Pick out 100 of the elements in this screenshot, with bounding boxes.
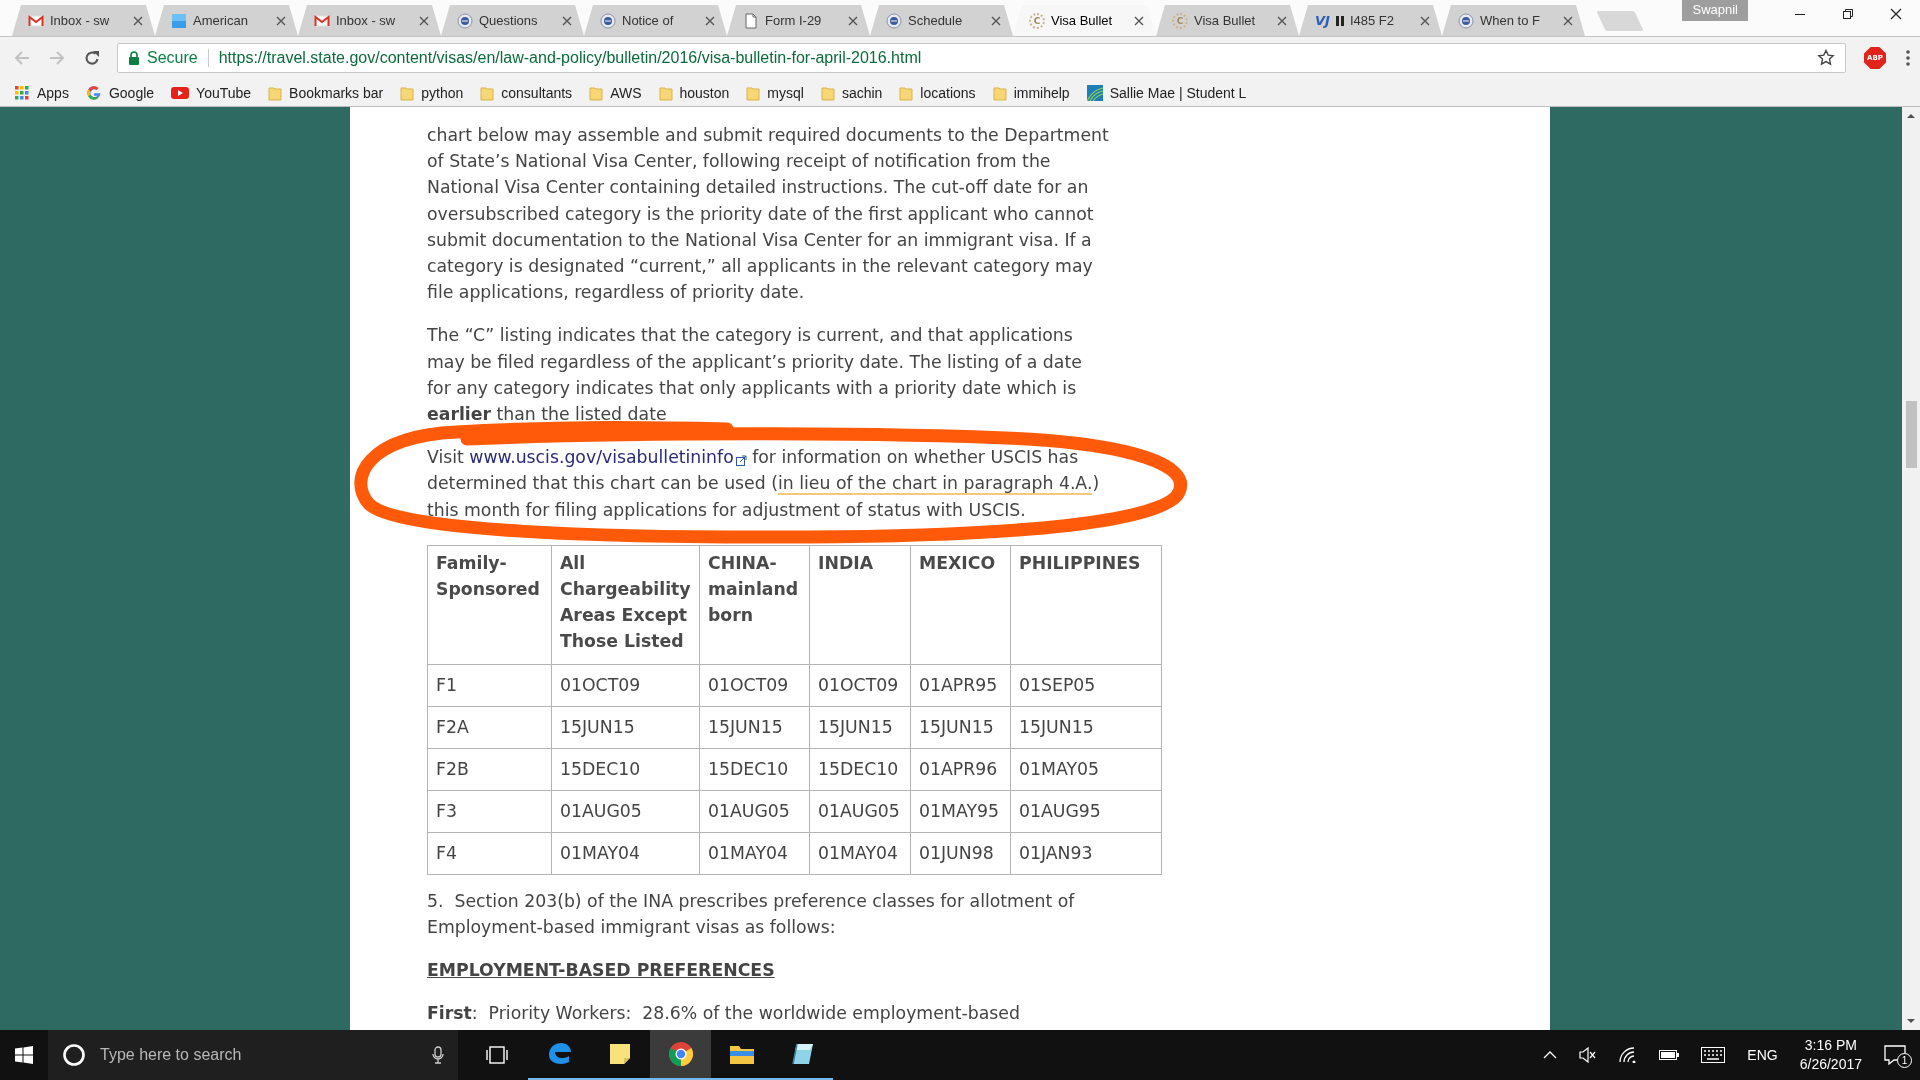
- browser-tab[interactable]: C Visa Bullet: [1156, 5, 1299, 36]
- notice-paragraph: Visit www.uscis.gov/visabulletininfo for information on whether USCIS has determined that this chart can be used (in lieu of the chart in paragraph 4.A.) this month for filing applications for adjustment of status with USCIS.: [427, 446, 1101, 522]
- bookmark-link[interactable]: Google: [85, 84, 155, 101]
- table-cell: 01AUG95: [1010, 790, 1162, 833]
- task-view-icon[interactable]: [486, 1046, 508, 1064]
- bookmark-link[interactable]: AWS: [589, 84, 642, 101]
- bookmark-link[interactable]: consultants: [480, 84, 573, 101]
- apps-grid-icon: [14, 84, 30, 101]
- bookmark-link[interactable]: Bookmarks bar: [268, 84, 384, 101]
- browser-tab[interactable]: C Visa Bullet: [1013, 5, 1156, 36]
- table-cell: 01OCT09: [699, 664, 810, 707]
- bookmark-link[interactable]: houston: [658, 84, 730, 101]
- section-heading: EMPLOYMENT-BASED PREFERENCES: [427, 959, 776, 983]
- bookmark-link[interactable]: sachin: [820, 84, 883, 101]
- body-paragraph: chart below may assemble and submit required documents to the Department of State’s National Visa Center, following receipt of notification from the National Visa Center containing detailed instructions. The cut-off date for an oversubscribed category is the priority date of the first applicant who cannot submit documentation to the National Visa Center for an immigrant visa. If a category is designated “current,” all applicants in the relevant category may file applications, regardless of priority date.: [427, 124, 1109, 305]
- table-cell: 15JUN15: [809, 706, 911, 749]
- body-paragraph: The “C” listing indicates that the category is current, and that applications may be filed regardless of the applicant’s priority date. The listing of a date for any category indicates that only applicants with a priority date which is earlier than the listed date: [427, 324, 1083, 427]
- folder-icon: [658, 84, 673, 101]
- browser-tab[interactable]: Inbox - sw: [298, 5, 441, 36]
- windows-start-icon[interactable]: [15, 1046, 33, 1064]
- seal-icon: [1458, 12, 1474, 29]
- security-label: Secure: [147, 49, 198, 67]
- folder-icon: [746, 84, 761, 101]
- table-cell: 15JUN15: [551, 706, 700, 749]
- browser-tab[interactable]: Questions: [441, 5, 584, 36]
- cortana-circle-icon[interactable]: [62, 1043, 86, 1067]
- browser-tab[interactable]: When to F: [1442, 5, 1585, 36]
- seal-icon: [886, 12, 902, 29]
- browser-tab[interactable]: VJ I485 F2: [1299, 5, 1442, 36]
- close-icon[interactable]: [1134, 15, 1144, 26]
- wifi-icon[interactable]: [1619, 1047, 1638, 1063]
- keyboard-icon[interactable]: [1701, 1047, 1726, 1063]
- app-icon[interactable]: [790, 1042, 815, 1066]
- square-icon: [171, 12, 187, 29]
- table-cell: F4: [427, 832, 552, 875]
- notification-bubble-icon[interactable]: [1884, 1045, 1906, 1065]
- table-cell: 15DEC10: [699, 748, 810, 791]
- body-paragraph: 5. Section 203(b) of the INA prescribes preference classes for allotment of Employment-based immigrant visas as follows:: [427, 889, 1076, 940]
- table-cell: 01OCT09: [809, 664, 911, 707]
- address-bar[interactable]: Secure https://travel.state.gov/content/visas/en/law-and-policy/bulletin/2016/visa-bulletin-for-april-2016.html: [117, 43, 1846, 73]
- table-cell: 15JUN15: [910, 706, 1011, 749]
- reload-icon[interactable]: [84, 50, 100, 66]
- document-icon: [743, 12, 759, 29]
- table-header-cell: PHILIPPINES: [1010, 545, 1162, 665]
- bookmark-link[interactable]: YouTube: [171, 84, 252, 101]
- table-cell: F1: [427, 664, 552, 707]
- browser-tab[interactable]: Notice of: [584, 5, 727, 36]
- bookmark-star-icon[interactable]: [1817, 49, 1835, 67]
- scrollbar-thumb[interactable]: [1905, 401, 1917, 468]
- volume-muted-icon[interactable]: [1579, 1047, 1598, 1063]
- restore-icon[interactable]: [1842, 8, 1854, 20]
- browser-tab[interactable]: Schedule: [870, 5, 1013, 36]
- microphone-icon[interactable]: [432, 1046, 444, 1064]
- folder-icon[interactable]: [728, 1043, 755, 1065]
- table-cell: F3: [427, 790, 552, 833]
- logo-icon: C: [1172, 12, 1188, 29]
- bookmark-link[interactable]: immihelp: [992, 84, 1070, 101]
- folder-icon: [899, 84, 914, 101]
- clock-button[interactable]: 3:16 PM 6/26/2017: [1799, 1036, 1862, 1074]
- browser-tab[interactable]: American: [155, 5, 298, 36]
- chrome-browser-icon[interactable]: [667, 1041, 694, 1067]
- browser-tab[interactable]: Form I-29: [727, 5, 870, 36]
- close-icon[interactable]: [1890, 8, 1902, 20]
- url-text: https://travel.state.gov/content/visas/en/law-and-policy/bulletin/2016/visa-bulletin-for-april-2016.html: [218, 49, 923, 67]
- table-cell: F2A: [427, 706, 552, 749]
- scroll-down-icon[interactable]: [1907, 1017, 1915, 1025]
- notification-count: 1: [1897, 1053, 1912, 1068]
- table-cell: 01MAY04: [551, 832, 700, 875]
- language-indicator[interactable]: ENG: [1747, 1047, 1778, 1063]
- bookmark-link[interactable]: mysql: [746, 84, 804, 101]
- browser-tab[interactable]: Inbox - sw: [12, 5, 155, 36]
- mail-icon: [314, 12, 330, 29]
- video-play-icon: [171, 85, 190, 100]
- uscis-link[interactable]: www.uscis.gov/visabulletininfo: [469, 447, 734, 468]
- table-cell: 01AUG05: [809, 790, 911, 833]
- bookmark-link[interactable]: locations: [899, 84, 976, 101]
- folder-icon: [992, 84, 1007, 101]
- scrollbar[interactable]: [1902, 107, 1920, 1030]
- taskbar-app-button[interactable]: [650, 1030, 711, 1080]
- menu-icon[interactable]: [1906, 50, 1910, 66]
- bookmark-link[interactable]: Apps: [14, 84, 69, 101]
- search-field[interactable]: Type here to search: [100, 1046, 418, 1064]
- table-header-cell: All Chargeability Areas Except Those Listed: [551, 545, 700, 665]
- table-cell: 15DEC10: [809, 748, 911, 791]
- scroll-up-icon[interactable]: [1907, 112, 1915, 120]
- mail-icon: [28, 12, 44, 29]
- logo-icon: VJ: [1315, 13, 1330, 28]
- sticky-note-icon[interactable]: [607, 1042, 632, 1066]
- battery-icon[interactable]: [1659, 1049, 1680, 1061]
- table-header-cell: Family-Sponsored: [427, 545, 552, 665]
- folder-icon: [400, 84, 415, 101]
- logo-icon: C: [1029, 12, 1045, 29]
- table-cell: 01APR95: [910, 664, 1011, 707]
- table-cell: 01JAN93: [1010, 832, 1162, 875]
- chevron-up-icon[interactable]: [1543, 1050, 1558, 1060]
- search-box[interactable]: Type here to search: [48, 1030, 458, 1080]
- bookmark-link[interactable]: Sallie Mae | Student L: [1086, 84, 1247, 101]
- bookmark-link[interactable]: python: [400, 84, 464, 101]
- folder-icon: [480, 84, 495, 101]
- seal-icon: [600, 12, 616, 29]
